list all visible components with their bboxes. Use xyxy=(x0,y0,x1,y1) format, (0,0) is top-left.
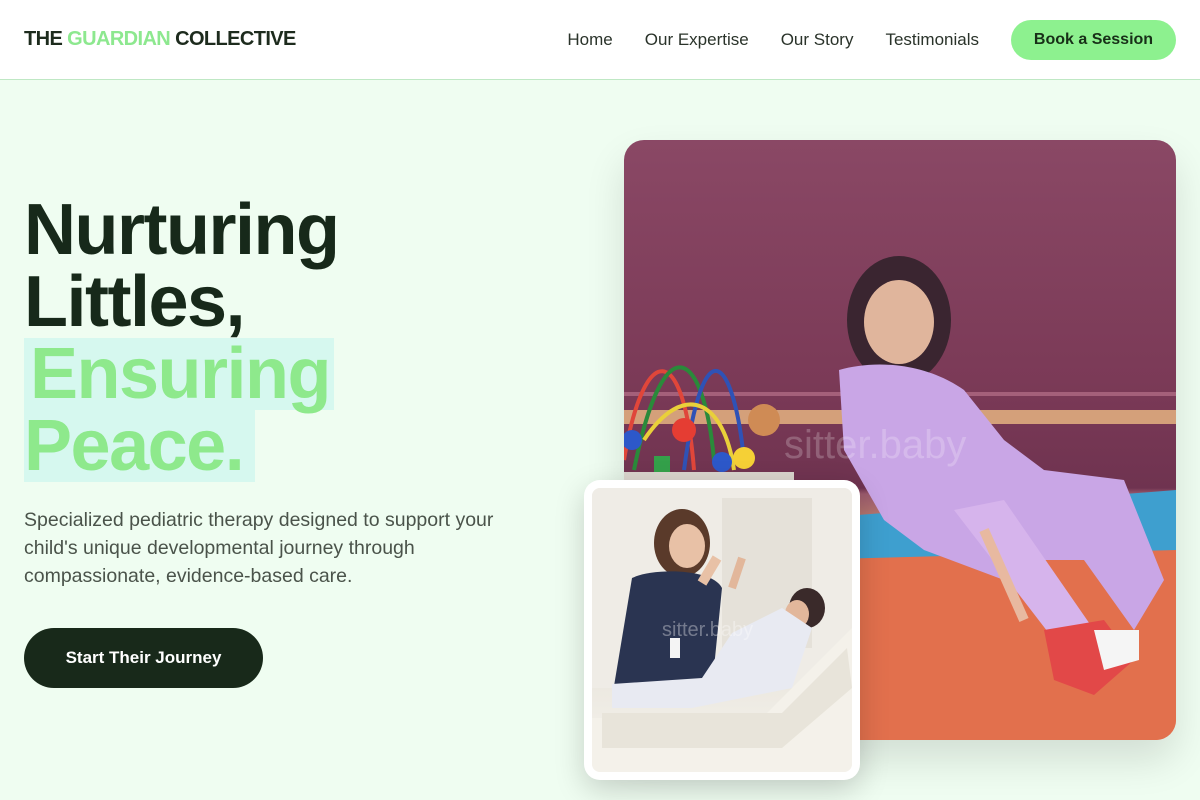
start-journey-button[interactable]: Start Their Journey xyxy=(24,628,263,688)
photo-watermark: sitter.baby xyxy=(784,423,966,467)
photo-watermark-small: sitter.baby xyxy=(662,619,753,641)
nav-link-our-story[interactable]: Our Story xyxy=(781,30,854,50)
logo-text-the: THE xyxy=(24,28,68,50)
logo-text-guardian: GUARDIAN xyxy=(67,28,171,50)
book-session-button[interactable]: Book a Session xyxy=(1011,19,1176,60)
nav-link-home[interactable]: Home xyxy=(567,30,612,50)
hero-title-highlight-peace: Peace. xyxy=(24,410,256,482)
logo-text-collective: COLLECTIVE xyxy=(170,28,296,50)
logo[interactable]: THE GUARDIAN COLLECTIVE xyxy=(24,28,296,51)
hero-title: Nurturing Littles, Ensuring Peace. xyxy=(24,194,544,482)
nav-link-our-expertise[interactable]: Our Expertise xyxy=(645,30,749,50)
therapist-photo-card: sitter.baby xyxy=(584,480,860,780)
hero-title-line1: Nurturing xyxy=(24,190,340,270)
main-nav: Home Our Expertise Our Story Testimonial… xyxy=(567,19,1176,60)
therapist-photo: sitter.baby xyxy=(592,488,852,772)
therapist-photo-illustration: sitter.baby xyxy=(592,488,852,772)
site-header: THE GUARDIAN COLLECTIVE Home Our Experti… xyxy=(0,0,1200,80)
hero-title-highlight-ensuring: Ensuring xyxy=(24,338,335,410)
hero-title-line2: Littles, xyxy=(24,262,246,342)
hero-subtitle: Specialized pediatric therapy designed t… xyxy=(24,509,494,587)
nav-link-testimonials[interactable]: Testimonials xyxy=(885,30,979,50)
